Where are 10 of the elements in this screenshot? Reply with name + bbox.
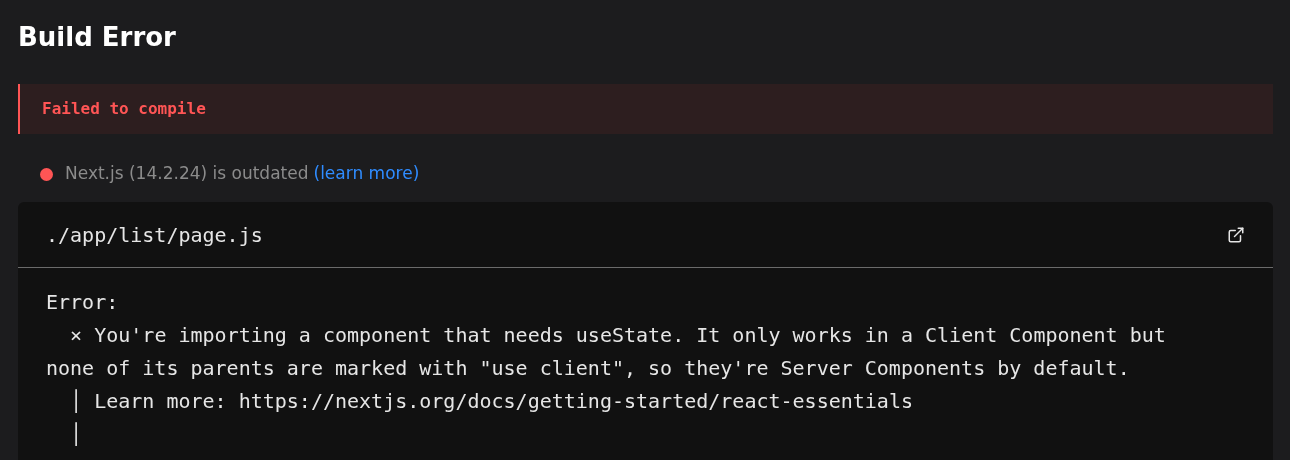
error-line: │ [69, 421, 84, 448]
outdated-notice: Next.js (14.2.24) is outdated [65, 162, 309, 186]
open-external-icon[interactable] [1227, 225, 1245, 244]
error-line: × You're importing a component that needs useState. It only works in a Client Component but none of its parents are marked with "use client", so they're Server Components by default. [46, 322, 1167, 382]
file-path: ./app/list/page.js [46, 221, 263, 249]
learn-more-link[interactable]: (learn more) [313, 161, 420, 187]
error-line: Error: [46, 289, 120, 316]
banner-text: Failed to compile [42, 98, 206, 120]
error-line: │ Learn more: https://nextjs.org/docs/getting-started/react-essentials [69, 388, 914, 415]
page-title: Build Error [18, 21, 177, 54]
